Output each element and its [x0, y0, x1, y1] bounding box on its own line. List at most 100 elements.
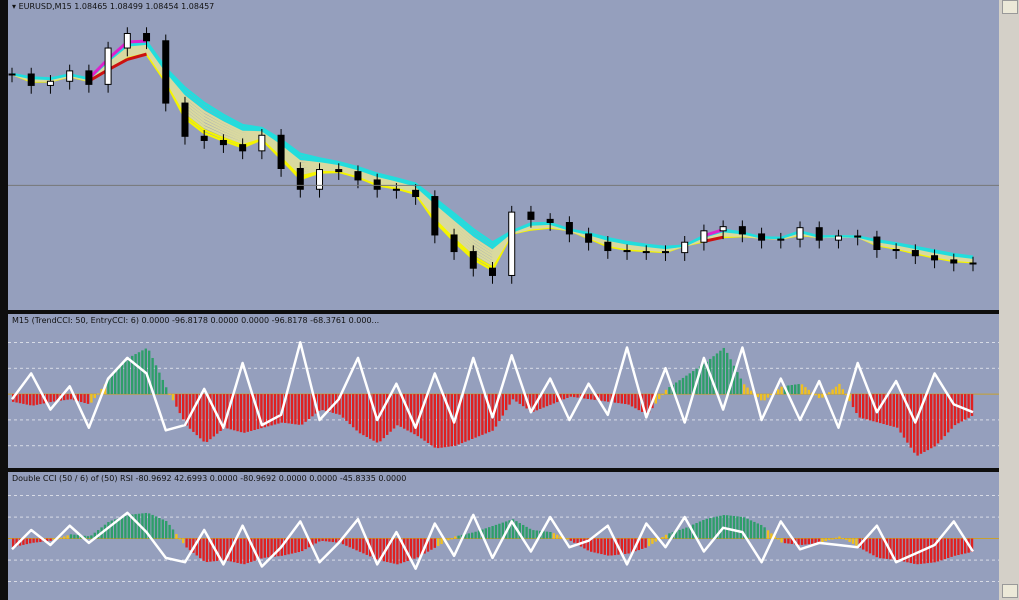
histogram-bar	[93, 394, 96, 399]
histogram-bar	[600, 538, 603, 555]
histogram-bar	[267, 538, 270, 558]
histogram-bar	[124, 515, 127, 539]
candle-body	[719, 226, 727, 232]
histogram-bar	[800, 538, 804, 545]
double-cci-pane[interactable]: Double CCI (50 / 6) of (50) RSI -80.9692…	[8, 472, 999, 600]
histogram-bar	[651, 538, 654, 544]
histogram-bar	[454, 536, 457, 539]
candle-body	[354, 171, 362, 181]
histogram-bar	[739, 516, 742, 539]
histogram-bar	[736, 516, 739, 539]
histogram-bar	[807, 538, 810, 545]
histogram-bar	[947, 538, 950, 559]
histogram-bar	[760, 394, 763, 401]
histogram-bar	[335, 538, 338, 543]
histogram-bar	[120, 517, 124, 539]
histogram-bar	[763, 527, 766, 539]
histogram-bar	[52, 394, 56, 402]
histogram-bar	[964, 394, 967, 420]
candle-body	[412, 189, 420, 198]
histogram-bar	[29, 538, 32, 544]
histogram-bar	[838, 383, 841, 395]
histogram-bar	[790, 384, 793, 395]
histogram-bar	[83, 394, 86, 403]
histogram-bar	[433, 538, 436, 548]
histogram-bar	[212, 394, 215, 437]
histogram-bar	[953, 394, 957, 426]
histogram-bar	[437, 394, 440, 449]
histogram-bar	[875, 538, 878, 558]
histogram-bar	[838, 536, 841, 539]
histogram-bar	[321, 538, 324, 541]
histogram-bar	[892, 394, 895, 427]
histogram-bar	[841, 538, 844, 540]
histogram-bar	[916, 394, 919, 456]
candle-body	[661, 251, 669, 254]
histogram-bar	[494, 524, 498, 539]
histogram-bar	[678, 529, 681, 539]
histogram-bar	[933, 394, 936, 447]
histogram-bar	[117, 368, 120, 395]
candle-body	[123, 33, 131, 49]
histogram-bar	[862, 394, 865, 419]
histogram-bar	[851, 538, 855, 544]
histogram-bar	[440, 394, 443, 448]
histogram-bar	[763, 394, 766, 401]
histogram-bar	[930, 538, 933, 563]
histogram-bar	[239, 538, 243, 564]
candle-body	[911, 250, 919, 257]
histogram-bar	[318, 394, 321, 411]
histogram-bar	[35, 538, 39, 543]
scroll-down-button[interactable]	[1002, 584, 1018, 598]
candle-body	[373, 179, 381, 190]
candle-body	[623, 250, 631, 253]
histogram-bar	[49, 538, 52, 541]
histogram-bar	[362, 538, 365, 554]
histogram-bar	[685, 527, 688, 539]
histogram-bar	[777, 538, 780, 540]
histogram-bar	[909, 394, 912, 448]
histogram-bar	[505, 394, 508, 411]
histogram-bar	[865, 394, 868, 420]
histogram-bar	[331, 538, 334, 543]
histogram-bar	[913, 538, 916, 564]
histogram-bar	[32, 538, 35, 543]
histogram-bar	[777, 389, 780, 395]
histogram-bar	[287, 394, 290, 424]
trend-cci-pane[interactable]: M15 (TrendCCI: 50, EntryCCI: 6) 0.0000 -…	[8, 314, 999, 468]
histogram-bar	[719, 350, 722, 395]
histogram-bar	[471, 532, 474, 539]
histogram-bar	[375, 538, 379, 560]
histogram-bar	[746, 387, 749, 395]
candle-body	[200, 135, 208, 141]
vertical-scrollbar[interactable]	[999, 0, 1019, 600]
histogram-bar	[348, 538, 351, 548]
candle-body	[162, 40, 170, 104]
histogram-bar	[600, 394, 603, 401]
histogram-bar	[889, 394, 892, 426]
histogram-bar	[753, 521, 756, 539]
candle-body	[181, 102, 189, 137]
histogram-bar	[624, 538, 627, 554]
symbol-ohlc-readout: EURUSD,M15 1.08465 1.08499 1.08454 1.084…	[18, 2, 215, 11]
histogram-bar	[896, 538, 899, 561]
histogram-bar	[617, 394, 620, 404]
ma-ribbon-line	[11, 42, 974, 259]
histogram-bar	[817, 394, 821, 399]
histogram-bar	[620, 394, 623, 404]
histogram-bar	[39, 394, 42, 405]
histogram-bar	[508, 394, 511, 405]
histogram-bar	[90, 394, 93, 403]
histogram-bar	[681, 377, 685, 395]
histogram-bar	[205, 394, 209, 442]
price-chart-pane[interactable]: ▾ EURUSD,M15 1.08465 1.08499 1.08454 1.0…	[8, 0, 999, 310]
histogram-bar	[90, 535, 93, 539]
histogram-bar	[32, 394, 35, 406]
scroll-up-button[interactable]	[1002, 0, 1018, 14]
histogram-bar	[800, 384, 804, 395]
histogram-bar	[569, 394, 572, 397]
histogram-bar	[647, 538, 651, 547]
histogram-bar	[426, 394, 430, 443]
histogram-bar	[722, 347, 725, 395]
histogram-bar	[566, 538, 569, 540]
